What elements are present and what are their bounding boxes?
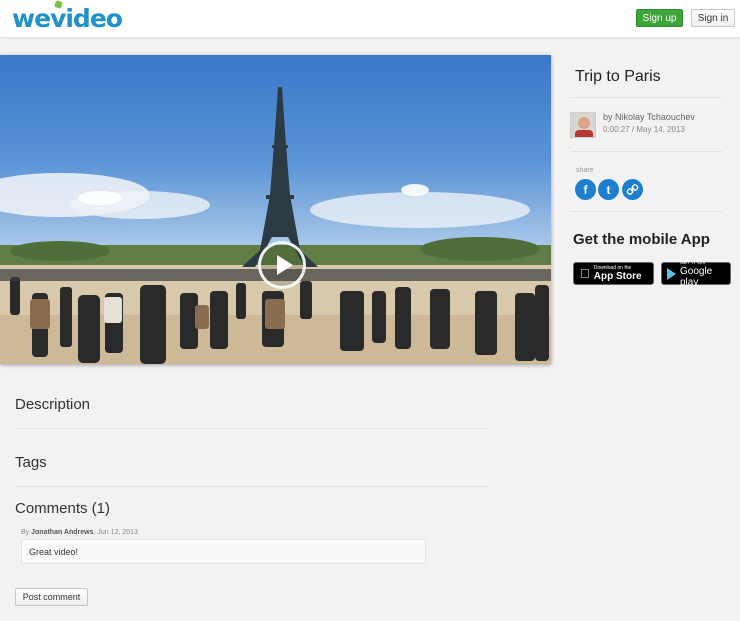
sign-in-button[interactable]: Sign in xyxy=(691,9,735,27)
author-name-link[interactable]: Nikolay Tchaouchev xyxy=(615,112,695,122)
description-heading: Description xyxy=(15,396,91,413)
comment-by-line: By Jonathan Andrews, Jun 12, 2013 xyxy=(21,529,138,536)
video-player[interactable] xyxy=(0,55,551,364)
google-play-button[interactable]: GET IT ON Google play xyxy=(661,260,731,288)
google-play-icon xyxy=(667,267,676,280)
section-divider xyxy=(15,486,488,487)
author-prefix: by xyxy=(603,112,613,122)
author-avatar[interactable] xyxy=(570,112,596,138)
comment-text: Great video! xyxy=(21,539,426,564)
avatar-image xyxy=(571,113,595,137)
video-meta: 0:00:27 / May 14, 2013 xyxy=(603,125,685,134)
app-store-big-text: App Store xyxy=(584,271,642,282)
sign-up-button[interactable]: Sign up xyxy=(636,9,683,27)
apple-icon:  xyxy=(580,266,590,281)
link-icon[interactable] xyxy=(622,179,643,200)
post-comment-button[interactable]: Post comment xyxy=(15,588,88,606)
facebook-icon[interactable]: f xyxy=(575,179,596,200)
logo-text-video: video xyxy=(50,4,123,33)
comment-date: , Jun 12, 2013 xyxy=(93,529,138,536)
sidebar-divider xyxy=(570,97,722,98)
share-label: share xyxy=(576,167,594,174)
comment-by-prefix: By xyxy=(21,529,30,536)
sidebar-divider xyxy=(570,211,722,212)
play-icon xyxy=(276,255,293,275)
sidebar-divider xyxy=(570,151,722,152)
link-glyph xyxy=(626,184,639,195)
video-thumbnail xyxy=(0,87,551,364)
section-divider xyxy=(15,428,488,429)
wevideo-logo[interactable]: we video xyxy=(12,4,123,34)
play-button[interactable] xyxy=(258,241,306,289)
app-store-button[interactable]:  Download on the App Store xyxy=(573,262,654,285)
comments-heading: Comments (1) xyxy=(15,500,111,517)
logo-text-we: we xyxy=(12,4,51,33)
google-play-big-text: Google play xyxy=(680,265,713,288)
tags-heading: Tags xyxy=(15,454,47,471)
top-bar: we video Sign up Sign in xyxy=(0,0,740,38)
twitter-icon[interactable]: t xyxy=(598,179,619,200)
author-line: by Nikolay Tchaouchev xyxy=(603,112,695,122)
mobile-app-heading: Get the mobile App xyxy=(573,231,710,248)
comment-author-link[interactable]: Jonathan Andrews xyxy=(31,529,93,536)
video-title: Trip to Paris xyxy=(575,68,661,85)
